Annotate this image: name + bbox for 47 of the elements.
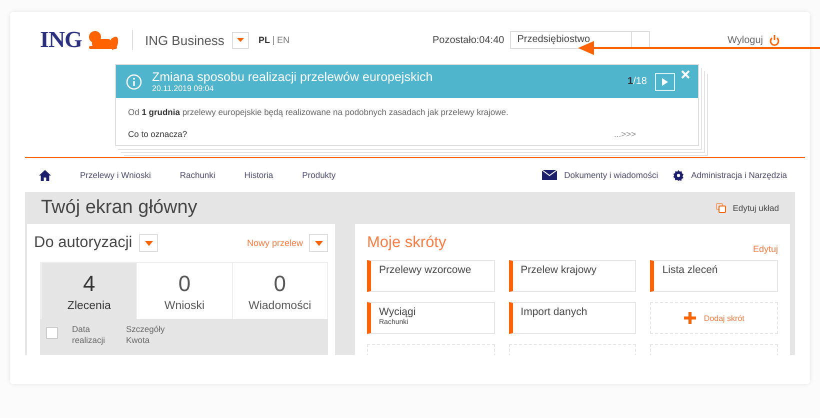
company-select[interactable]: Przedsiębiostwo — [510, 31, 650, 49]
gear-icon — [673, 170, 684, 180]
play-icon — [662, 78, 668, 86]
panel-title: Do autoryzacji — [34, 234, 132, 252]
brand-logo-text: ING — [40, 27, 82, 53]
panel-dropdown[interactable] — [139, 234, 158, 252]
nav-link[interactable]: Przelewy i Wnioski — [80, 170, 151, 180]
column-header: Data realizacji — [72, 324, 106, 347]
product-name: ING Business — [144, 32, 224, 48]
shortcut-tile[interactable]: Import danych — [508, 302, 636, 334]
copy-icon — [716, 203, 726, 213]
language-link[interactable]: PL — [258, 35, 270, 45]
edit-layout-link[interactable]: Edytuj układ — [732, 203, 779, 213]
info-icon — [126, 74, 142, 90]
session-timer: Pozostało:04:40 — [432, 34, 504, 46]
shortcut-tile[interactable]: Przelewy wzorcowe — [367, 260, 495, 292]
new-transfer-dropdown[interactable] — [309, 234, 328, 252]
nav-link[interactable]: Historia — [244, 170, 274, 180]
page-title: Twój ekran główny — [41, 197, 198, 219]
nav-link[interactable]: Produkty — [302, 170, 336, 180]
shortcut-tile[interactable]: Przelew krajowy — [508, 260, 636, 292]
home-icon[interactable] — [39, 170, 51, 180]
language-link[interactable]: EN — [276, 35, 290, 45]
next-button[interactable] — [655, 72, 675, 90]
read-more-link[interactable]: Co to oznacza? — [128, 129, 188, 139]
column-header: Szczegóły Kwota — [126, 324, 166, 347]
notification-message: Od 1 grudnia przelewy europejskie będą realizowane na podobnych zasadach jak przelewy krajowe. — [128, 107, 510, 117]
nav-link[interactable]: Administracja i Narzędzia — [691, 170, 787, 180]
nav-link[interactable]: Rachunki — [180, 170, 216, 180]
caret-icon — [237, 38, 244, 42]
notification-title: Zmiana sposobu realizacji przelewów europejskich — [152, 70, 434, 84]
envelope-icon — [542, 170, 558, 180]
plus-icon — [684, 312, 696, 324]
more-link[interactable]: ...>>> — [614, 129, 636, 139]
power-icon[interactable] — [769, 34, 780, 46]
caret-icon — [314, 240, 322, 246]
caret-icon — [144, 240, 153, 246]
count-tab[interactable]: 4 Zlecenia — [41, 263, 136, 319]
nav-link[interactable]: Dokumenty i wiadomości — [564, 170, 658, 180]
select-all-checkbox[interactable] — [46, 327, 58, 339]
notification-date: 20.11.2019 09:04 — [152, 84, 215, 93]
close-icon[interactable] — [681, 70, 690, 79]
logout-link[interactable]: Wyloguj — [728, 34, 763, 46]
panel-title: Moje skróty — [367, 234, 446, 252]
product-dropdown[interactable] — [232, 32, 250, 48]
shortcut-tile[interactable]: Lista zleceń — [650, 260, 778, 292]
page-counter: 1/18 — [628, 76, 647, 87]
